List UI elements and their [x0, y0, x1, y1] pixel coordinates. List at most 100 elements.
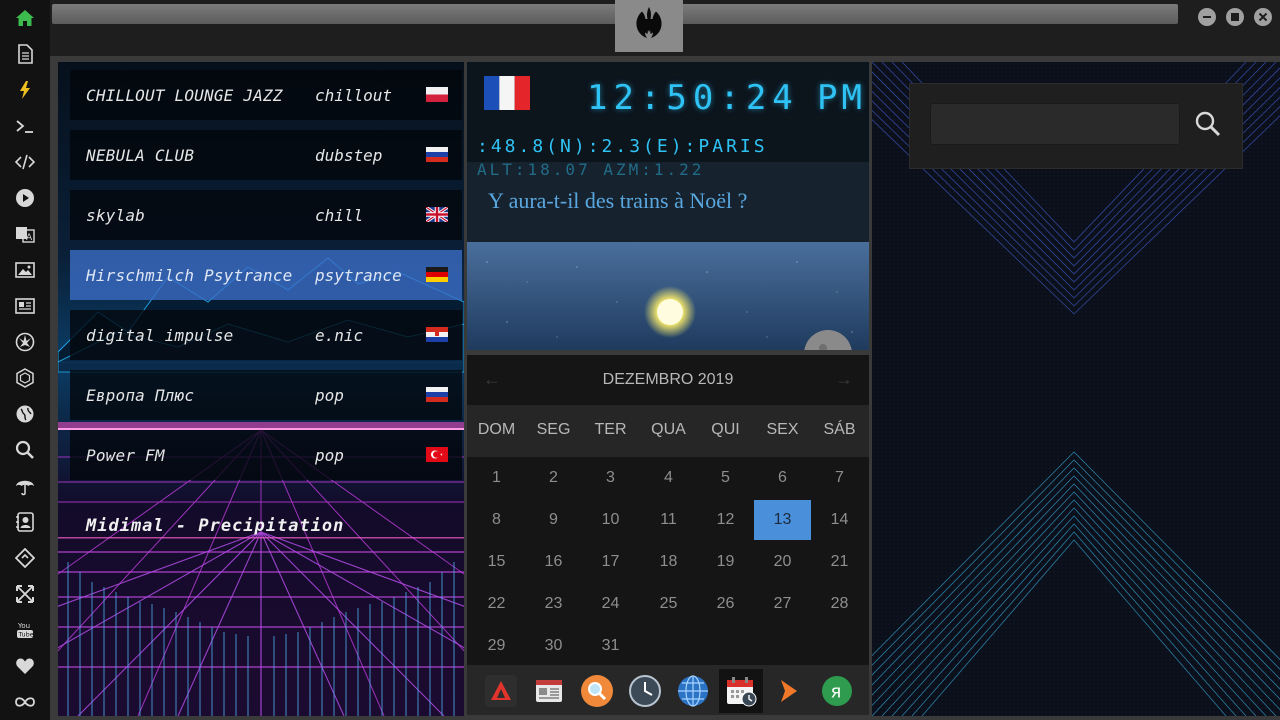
home-icon[interactable]	[13, 6, 37, 30]
minimize-button[interactable]	[1198, 8, 1216, 26]
title-bar	[50, 0, 1280, 56]
calendar-day[interactable]: 8	[468, 500, 525, 540]
clock-ampm: PM	[817, 78, 866, 118]
calendar-day[interactable]: 21	[811, 542, 868, 582]
contact-card-icon[interactable]	[13, 510, 37, 534]
close-button[interactable]	[1254, 8, 1272, 26]
right-panel	[872, 62, 1280, 716]
search-app-icon[interactable]	[575, 669, 619, 713]
station-row[interactable]: Power FM pop	[70, 430, 462, 480]
clock-app-icon[interactable]	[623, 669, 667, 713]
station-genre: pop	[315, 385, 344, 405]
search-icon[interactable]	[13, 438, 37, 462]
weekday-row: DOM SEG TER QUA QUI SEX SÁB	[467, 405, 869, 457]
image-icon[interactable]	[13, 258, 37, 282]
calendar-day[interactable]: 22	[468, 584, 525, 624]
altitude-azimuth: ALT:18.07 AZM:1.22	[477, 160, 705, 179]
arrow-app-icon[interactable]	[767, 669, 811, 713]
calendar-day[interactable]: 18	[640, 542, 697, 582]
search-icon	[1195, 111, 1221, 137]
france-flag-icon	[484, 76, 530, 110]
calendar-day[interactable]: 5	[697, 458, 754, 498]
calendar-day[interactable]: 23	[525, 584, 582, 624]
play-icon[interactable]	[13, 186, 37, 210]
youtube-icon[interactable]: You Tube	[13, 618, 37, 642]
logo-tab[interactable]	[615, 0, 683, 52]
globe-icon[interactable]	[13, 402, 37, 426]
now-playing-title: Midimal - Precipitation	[86, 516, 345, 536]
station-genre: dubstep	[315, 145, 383, 165]
calendar-day[interactable]: 3	[582, 458, 639, 498]
hexagon-icon[interactable]	[13, 366, 37, 390]
red-triangle-app-icon[interactable]	[479, 669, 523, 713]
svg-text:You: You	[17, 622, 30, 630]
newspaper-icon[interactable]	[13, 294, 37, 318]
calendar-day[interactable]: 19	[697, 542, 754, 582]
weekday-label: SEG	[536, 421, 571, 438]
calendar-day[interactable]: 10	[582, 500, 639, 540]
calendar-day[interactable]: 12	[697, 500, 754, 540]
expand-icon[interactable]	[13, 582, 37, 606]
calendar-day[interactable]: 2	[525, 458, 582, 498]
globe-app-icon[interactable]	[671, 669, 715, 713]
calendar-day[interactable]: 31	[582, 626, 639, 666]
station-row[interactable]: CHILLOUT LOUNGE JAZZ chillout	[70, 70, 462, 120]
calendar-header: ← DEZEMBRO 2019 →	[467, 355, 869, 405]
station-row[interactable]: skylab chill	[70, 190, 462, 240]
calendar-day[interactable]: 16	[525, 542, 582, 582]
calendar-day[interactable]: 11	[640, 500, 697, 540]
previous-month-button[interactable]: ←	[483, 369, 501, 390]
calendar-day[interactable]: 24	[582, 584, 639, 624]
station-row[interactable]: NEBULA CLUB dubstep	[70, 130, 462, 180]
yandex-app-icon[interactable]: я	[815, 669, 859, 713]
calendar-day[interactable]: 7	[811, 458, 868, 498]
uk-flag-icon	[426, 207, 448, 222]
calendar-day[interactable]: 14	[811, 500, 868, 540]
document-icon[interactable]	[13, 42, 37, 66]
station-row[interactable]: digital impulse e.nic	[70, 310, 462, 360]
tag-icon[interactable]	[13, 546, 37, 570]
calendar-day[interactable]: 1	[468, 458, 525, 498]
search-input[interactable]	[930, 103, 1180, 145]
calendar-day[interactable]: 4	[640, 458, 697, 498]
station-name: Европа Плюс	[86, 385, 195, 405]
calendar-day-today[interactable]: 13	[754, 500, 811, 540]
maximize-icon	[1231, 13, 1239, 21]
search-widget	[909, 83, 1243, 169]
lightning-icon[interactable]	[13, 78, 37, 102]
umbrella-icon[interactable]	[13, 474, 37, 498]
infinity-icon[interactable]	[13, 690, 37, 714]
station-row-active[interactable]: Hirschmilch Psytrance psytrance	[70, 250, 462, 300]
calendar-day[interactable]: 30	[525, 626, 582, 666]
calendar-day[interactable]: 27	[754, 584, 811, 624]
calendar-day[interactable]: 17	[582, 542, 639, 582]
station-name: skylab	[86, 205, 145, 225]
station-genre: chillout	[315, 85, 393, 105]
news-headline[interactable]: Y aura-t-il des trains à Noël ?	[488, 188, 747, 214]
news-app-icon[interactable]	[527, 669, 571, 713]
weekday-label: QUI	[711, 421, 740, 438]
calendar-day[interactable]: 29	[468, 626, 525, 666]
calendar-day[interactable]: 20	[754, 542, 811, 582]
calendar-day[interactable]: 9	[525, 500, 582, 540]
terminal-icon[interactable]	[13, 114, 37, 138]
weekday-label: SEX	[766, 421, 799, 438]
clock-time: 12:50:24	[587, 78, 799, 118]
calendar-day[interactable]: 28	[811, 584, 868, 624]
calendar-day[interactable]: 15	[468, 542, 525, 582]
station-row[interactable]: Европа Плюс pop	[70, 370, 462, 420]
croatia-flag-icon	[426, 327, 448, 342]
next-month-button[interactable]: →	[835, 369, 853, 390]
calendar-day[interactable]: 6	[754, 458, 811, 498]
station-genre: chill	[315, 205, 364, 225]
code-icon[interactable]	[13, 150, 37, 174]
search-button[interactable]	[1190, 106, 1226, 142]
translate-icon[interactable]: A	[13, 222, 37, 246]
heart-icon[interactable]	[13, 654, 37, 678]
maximize-button[interactable]	[1226, 8, 1244, 26]
rebel-icon[interactable]	[13, 330, 37, 354]
calendar-app-icon[interactable]	[719, 669, 763, 713]
calendar-day[interactable]: 26	[697, 584, 754, 624]
station-genre: pop	[315, 445, 344, 465]
calendar-day[interactable]: 25	[640, 584, 697, 624]
